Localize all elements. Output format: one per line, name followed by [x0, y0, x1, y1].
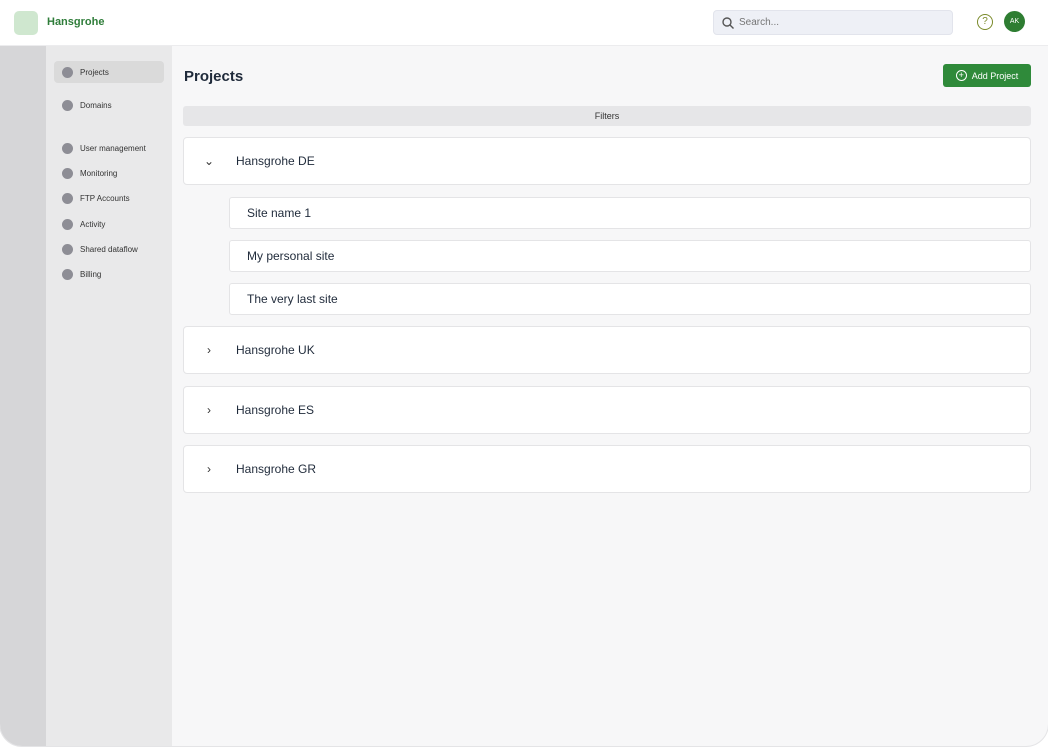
sidebar-item-label: Shared dataflow [80, 244, 138, 254]
chevron-right-icon[interactable]: › [202, 462, 216, 476]
activity-icon [62, 218, 73, 230]
sidebar-item-label: Activity [80, 219, 106, 229]
add-project-button[interactable]: + Add Project [943, 64, 1031, 87]
sidebar-item-user-management[interactable]: User management [62, 140, 146, 156]
project-group-name: Hansgrohe DE [236, 154, 315, 168]
sidebar-item-billing[interactable]: Billing [62, 266, 101, 282]
chevron-down-icon[interactable]: ⌄ [202, 154, 216, 168]
chevron-right-icon[interactable]: › [202, 403, 216, 417]
project-group-name: Hansgrohe GR [236, 462, 317, 476]
sidebar-item-label: User management [80, 143, 146, 153]
site-row[interactable]: My personal site [229, 240, 1031, 272]
avatar[interactable]: AK [1004, 11, 1025, 32]
sidebar-item-label: Projects [80, 67, 109, 77]
help-icon[interactable]: ? [977, 14, 993, 30]
sidebar-item-monitoring[interactable]: Monitoring [62, 165, 117, 181]
search-icon [722, 17, 734, 29]
site-name: Site name 1 [247, 206, 312, 220]
user-management-icon [62, 142, 73, 154]
top-bar: Hansgrohe ? AK [0, 0, 1048, 46]
sidebar-item-ftp-accounts[interactable]: FTP Accounts [62, 190, 130, 206]
project-group-name: Hansgrohe UK [236, 343, 315, 357]
sidebar-item-label: FTP Accounts [80, 193, 130, 203]
site-name: My personal site [247, 249, 335, 263]
site-name: The very last site [247, 292, 338, 306]
projects-icon [62, 66, 73, 78]
sidebar: Projects Domains User management Monitor… [46, 46, 172, 746]
sidebar-item-projects[interactable]: Projects [62, 64, 109, 80]
search-box[interactable] [713, 10, 953, 35]
sidebar-item-label: Billing [80, 269, 102, 279]
chevron-right-icon[interactable]: › [202, 343, 216, 357]
main-content: Projects + Add Project Filters ⌄ Hansgro… [172, 46, 1048, 746]
project-group-name: Hansgrohe ES [236, 403, 315, 417]
plus-icon: + [955, 70, 967, 81]
sidebar-item-activity[interactable]: Activity [62, 216, 105, 232]
sidebar-item-label: Monitoring [80, 168, 118, 178]
app-logo-icon[interactable] [14, 11, 38, 35]
shared-dataflow-icon [62, 243, 73, 255]
add-project-label: Add Project [971, 70, 1019, 81]
ftp-accounts-icon [62, 192, 73, 204]
project-group-hansgrohe-uk[interactable]: › Hansgrohe UK [183, 326, 1031, 374]
page-title: Projects [184, 68, 244, 85]
sidebar-item-domains[interactable]: Domains [62, 97, 112, 113]
sidebar-item-label: Domains [80, 100, 112, 110]
site-row[interactable]: The very last site [229, 283, 1031, 315]
monitoring-icon [62, 167, 73, 179]
domains-icon [62, 99, 73, 111]
project-group-hansgrohe-es[interactable]: › Hansgrohe ES [183, 386, 1031, 434]
billing-icon [62, 268, 73, 280]
project-group-hansgrohe-de[interactable]: ⌄ Hansgrohe DE [183, 137, 1031, 185]
sidebar-item-shared-dataflow[interactable]: Shared dataflow [62, 241, 138, 257]
project-group-hansgrohe-gr[interactable]: › Hansgrohe GR [183, 445, 1031, 493]
filters-bar[interactable]: Filters [183, 106, 1031, 126]
site-row[interactable]: Site name 1 [229, 197, 1031, 229]
app-window: Hansgrohe ? AK Projects Domains User man… [0, 0, 1048, 746]
app-name: Hansgrohe [47, 16, 105, 28]
left-rail [0, 46, 46, 746]
search-input[interactable] [739, 14, 939, 31]
